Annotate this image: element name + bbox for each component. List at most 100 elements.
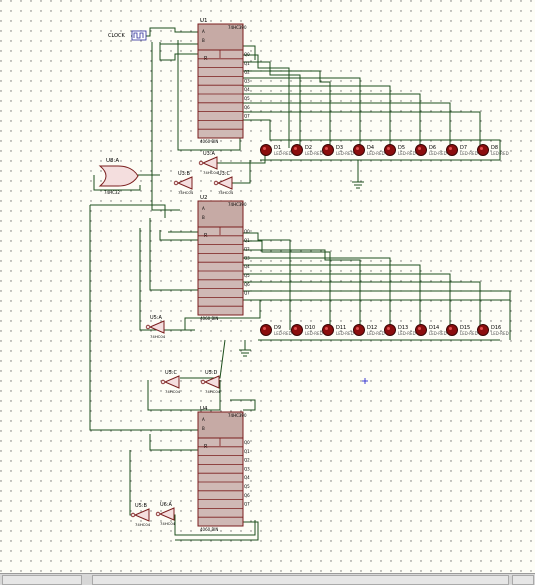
led-bulb-icon (353, 144, 365, 156)
led-bulb-icon (260, 144, 272, 156)
pin-label: Q6 (244, 282, 250, 287)
led-sub: LED-RED (460, 331, 478, 336)
pin-label: Q3 (244, 466, 250, 471)
gate-ref: U5:C (165, 370, 178, 376)
led-sub: LED-RED (336, 331, 354, 336)
pin-label: Q0 (244, 229, 250, 234)
led-bulb-icon (384, 144, 396, 156)
led-highlight (418, 327, 421, 330)
counter-part: 74HC390 (228, 25, 247, 30)
counter-footer: 4060 BIN (200, 527, 218, 532)
pin-label: Q7 (244, 502, 250, 507)
counter-footer: 4060 BIN (200, 139, 218, 144)
led-bulb-icon (477, 324, 489, 336)
pin-label: Q0 (244, 52, 250, 57)
led-sub: LED-RED (274, 331, 292, 336)
gate-ref: U6:A (160, 502, 173, 508)
pin-label: Q1 (244, 238, 250, 243)
gate-ref: U5:B (135, 503, 148, 509)
pin-label: Q2 (244, 458, 250, 463)
led-sub: LED-RED (491, 151, 509, 156)
gate-sub: 74HC04 (178, 190, 194, 195)
led-highlight (263, 327, 266, 330)
gate-sub: 74HC04 (150, 334, 166, 339)
led-bulb-icon (353, 324, 365, 336)
pin-label: Q0 (244, 440, 250, 445)
counter-ref: U2 (200, 195, 208, 201)
or-gate-ref: U8:A (106, 158, 119, 164)
pin-label: Q4 (244, 264, 250, 269)
pin-label: Q4 (244, 87, 250, 92)
pin-label: Q2 (244, 70, 250, 75)
gate-ref: U5:A (150, 315, 163, 321)
counter-u4[interactable]: U4 74HC390 A B R 4060 BIN (197, 406, 247, 532)
led-bulb-icon (260, 324, 272, 336)
counter-u1[interactable]: U1 74HC390 A B R 4060 BIN (197, 18, 247, 144)
pin-label: Q3 (244, 255, 250, 260)
counter-part: 74HC390 (228, 202, 247, 207)
pin-b-label: B (202, 426, 205, 431)
pin-b-label: B (202, 215, 205, 220)
led-highlight (325, 327, 328, 330)
led-highlight (449, 147, 452, 150)
gate-ref: U5:D (205, 370, 218, 376)
gate-sub: 74HC04 (160, 521, 176, 526)
led-sub: LED-RED (274, 151, 292, 156)
status-bar (0, 573, 535, 585)
led-sub: LED-RED (305, 151, 323, 156)
led-sub: LED-RED (367, 331, 385, 336)
led-bulb-icon (477, 144, 489, 156)
inverter-bubble-icon (130, 512, 136, 518)
pin-label: Q1 (244, 61, 250, 66)
gate-sub: 74HC04 (218, 190, 234, 195)
pin-a-label: A (202, 29, 205, 34)
led-highlight (325, 147, 328, 150)
pin-a-label: A (202, 206, 205, 211)
pin-label: Q6 (244, 105, 250, 110)
gate-sub: 74HC04 (203, 170, 219, 175)
led-highlight (480, 147, 483, 150)
led-highlight (294, 327, 297, 330)
led-highlight (387, 147, 390, 150)
led-bulb-icon (446, 324, 458, 336)
led-sub: LED-RED (336, 151, 354, 156)
led-sub: LED-RED (305, 331, 323, 336)
pin-label: Q4 (244, 475, 250, 480)
led-bulb-icon (446, 144, 458, 156)
led-bulb-icon (322, 324, 334, 336)
led-highlight (449, 327, 452, 330)
pin-label: Q7 (244, 114, 250, 119)
pin-label: Q5 (244, 484, 250, 489)
led-sub: LED-RED (491, 331, 509, 336)
inverter-bubble-icon (198, 160, 204, 166)
counter-footer: 4060 BIN (200, 316, 218, 321)
led-bulb-icon (415, 324, 427, 336)
clock-label: CLOCK (108, 33, 126, 39)
pin-label: Q6 (244, 493, 250, 498)
led-highlight (480, 327, 483, 330)
inverter-bubble-icon (213, 180, 219, 186)
inverter-bubble-icon (145, 324, 151, 330)
or-gate-sub: 74HC32 (104, 190, 120, 195)
counter-u2[interactable]: U2 74HC390 A B R 4060 BIN (197, 195, 247, 321)
gate-sub: 74HC04 (165, 389, 181, 394)
led-highlight (418, 147, 421, 150)
led-bulb-icon (384, 324, 396, 336)
led-bulb-icon (322, 144, 334, 156)
inverter-bubble-icon (200, 379, 206, 385)
led-highlight (263, 147, 266, 150)
pin-label: Q2 (244, 247, 250, 252)
pin-label: Q3 (244, 78, 250, 83)
schematic-canvas[interactable]: CLOCK U1 74HC390 A B R 4060 BIN U2 74HC3… (0, 0, 535, 584)
pin-label: Q5 (244, 96, 250, 101)
pin-label: Q7 (244, 291, 250, 296)
led-highlight (387, 327, 390, 330)
counter-ref: U1 (200, 18, 208, 24)
inverter-bubble-icon (155, 511, 161, 517)
led-sub: LED-RED (398, 331, 416, 336)
led-highlight (356, 327, 359, 330)
led-bulb-icon (291, 324, 303, 336)
led-sub: LED-RED (460, 151, 478, 156)
gate-sub: 74HC04 (135, 522, 151, 527)
gate-ref: U3:C (218, 171, 231, 177)
